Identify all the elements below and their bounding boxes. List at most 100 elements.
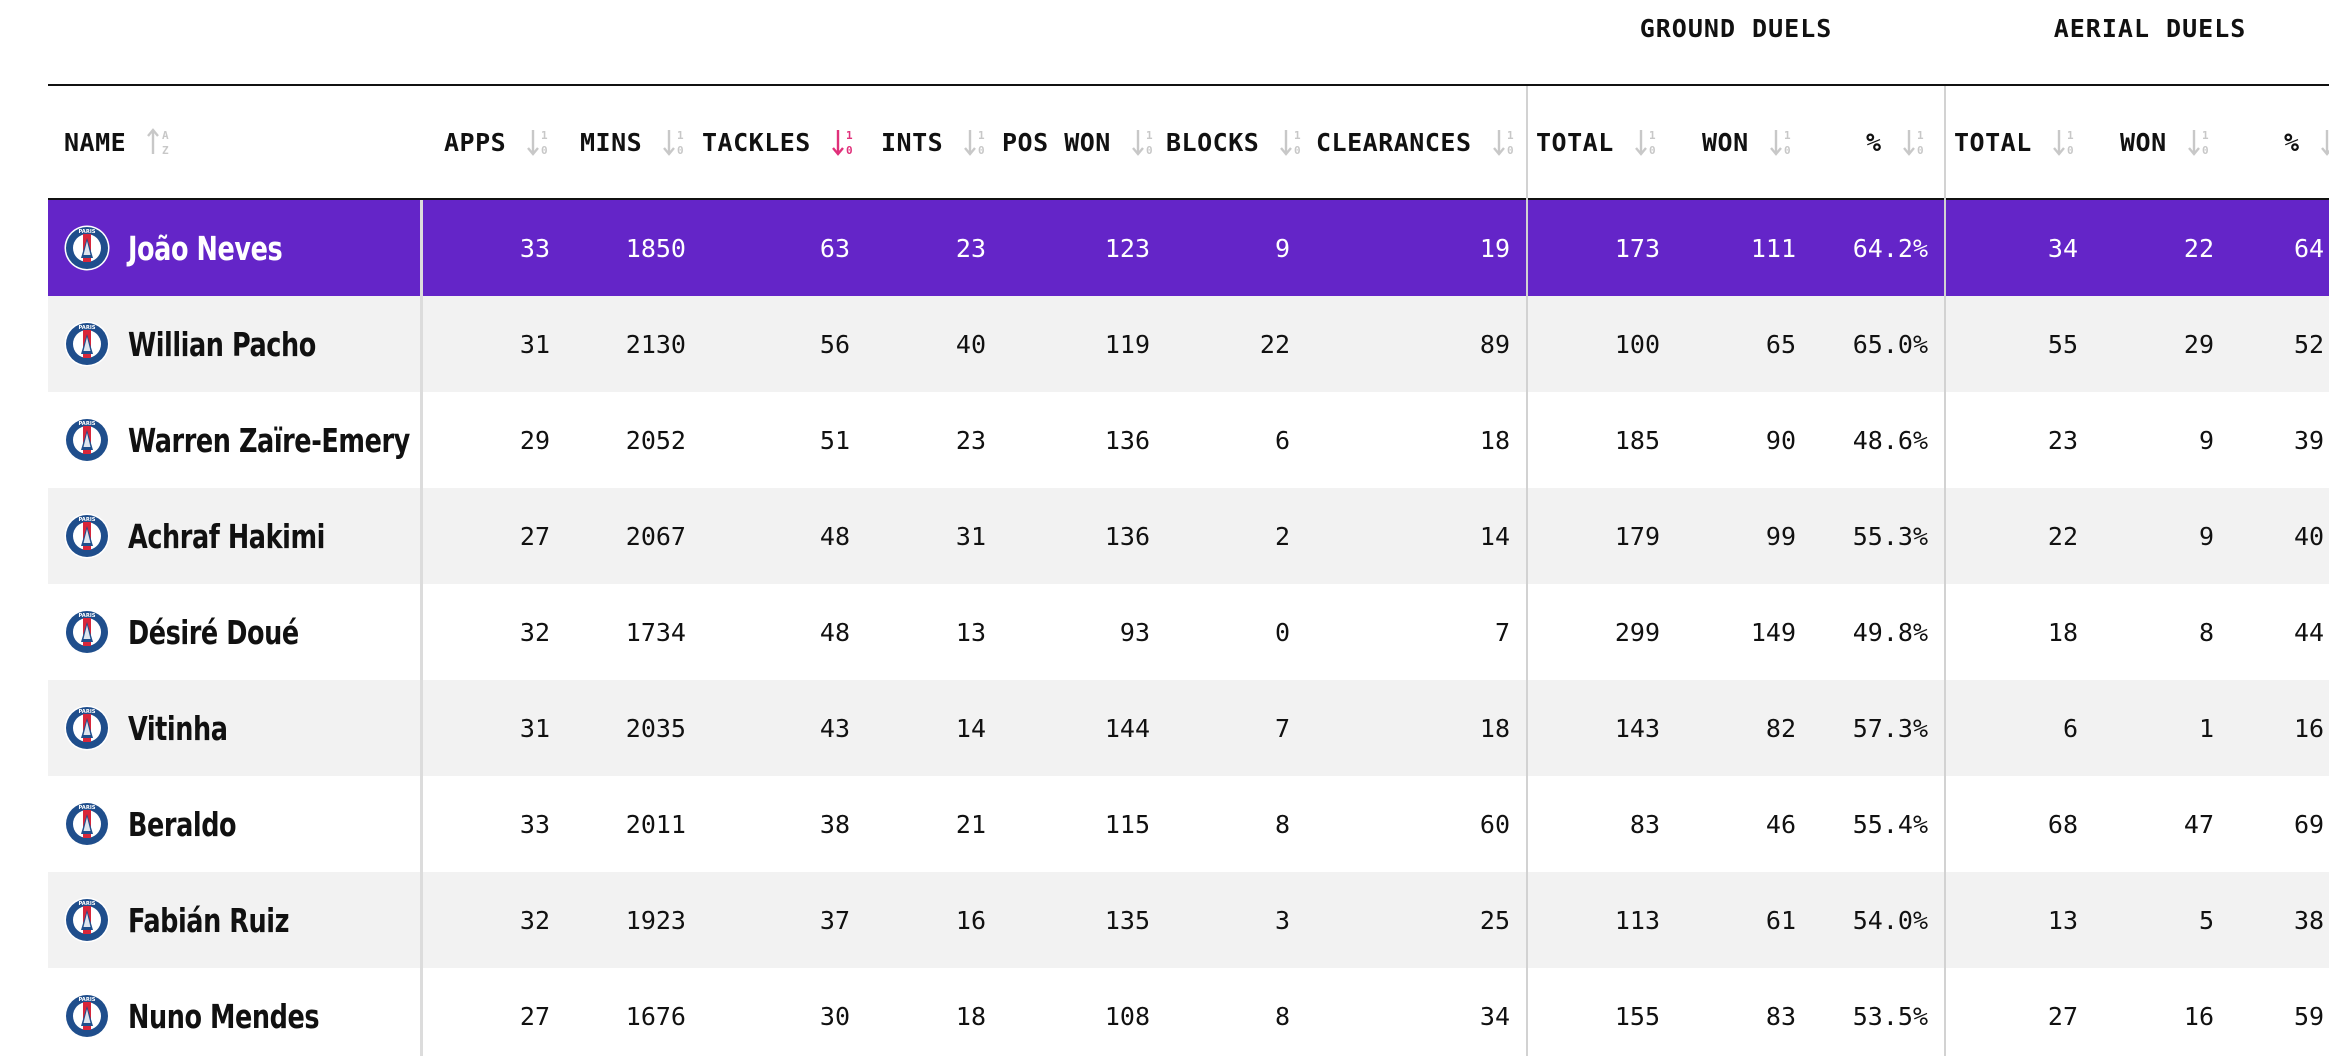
svg-text:1: 1	[2067, 129, 2074, 142]
cell-ad-won: 5	[2198, 905, 2214, 935]
column-header-ad-won[interactable]: WON 1 0	[2120, 86, 2213, 198]
aerial-duels-group-header: AERIAL DUELS	[2053, 14, 2247, 43]
svg-text:1: 1	[2202, 129, 2209, 142]
cell-ad-won: 1	[2198, 713, 2214, 743]
column-header-label: %	[1866, 127, 1882, 157]
cell-ad-won: 22	[2183, 233, 2214, 263]
cell-pos-won: 136	[1104, 425, 1150, 455]
player-name-cell[interactable]: PARIS Fabián Ruiz	[48, 872, 315, 968]
sort-numeric-descending-icon[interactable]: 10	[831, 127, 857, 157]
player-name-cell[interactable]: PARIS Vitinha	[48, 680, 244, 776]
table-row[interactable]: PARIS Achraf Hakimi 27 2067 48 31 136 2 14 179 99 5…	[48, 488, 2329, 584]
cell-apps: 33	[519, 233, 550, 263]
player-name: Warren Zaïre-Emery	[128, 420, 410, 460]
column-header-clearances[interactable]: CLEARANCES 1 0	[1316, 86, 1518, 198]
column-header-label: APPS	[444, 127, 507, 157]
column-header-gd-pct[interactable]: % 1 0	[1866, 86, 1928, 198]
svg-text:0: 0	[541, 144, 548, 157]
cell-gd-total: 100	[1614, 329, 1660, 359]
column-header-ad-pct[interactable]: % 10	[2284, 86, 2329, 198]
cell-tackles: 30	[819, 1001, 850, 1031]
cell-gd-won: 111	[1750, 233, 1796, 263]
cell-apps: 27	[519, 1001, 550, 1031]
player-name-cell[interactable]: PARIS Désiré Doué	[48, 584, 327, 680]
player-name-cell[interactable]: PARIS João Neves	[48, 200, 307, 296]
column-header-tackles[interactable]: TACKLES 1 0	[702, 86, 857, 198]
sort-numeric-descending-icon[interactable]: 10	[2320, 127, 2329, 157]
sort-numeric-descending-icon[interactable]: 10	[963, 127, 989, 157]
cell-pos-won: 135	[1104, 905, 1150, 935]
cell-tackles: 48	[819, 521, 850, 551]
sort-alpha-icon[interactable]: AZ	[146, 127, 172, 157]
player-name-cell[interactable]: PARIS Warren Zaïre-Emery	[48, 392, 456, 488]
cell-tackles: 56	[819, 329, 850, 359]
column-group-row: GROUND DUELS AERIAL DUELS	[48, 0, 2329, 84]
cell-ad-pct: 64.	[2294, 233, 2329, 263]
cell-clearances: 89	[1479, 329, 1510, 359]
table-row[interactable]: PARIS Willian Pacho 31 2130 56 40 119 22 89 100 65…	[48, 296, 2329, 392]
svg-text:1: 1	[1294, 129, 1301, 142]
player-name-cell[interactable]: PARIS Nuno Mendes	[48, 968, 350, 1056]
column-header-name[interactable]: NAME A Z	[64, 86, 172, 198]
cell-pos-won: 136	[1104, 521, 1150, 551]
player-name-cell[interactable]: PARIS Willian Pacho	[48, 296, 346, 392]
cell-blocks: 6	[1274, 425, 1290, 455]
sort-numeric-descending-icon[interactable]: 10	[1492, 127, 1518, 157]
cell-gd-pct: 55.4%	[1852, 809, 1928, 839]
table-row[interactable]: PARIS Nuno Mendes 27 1676 30 18 108 8 34 155 83 53.…	[48, 968, 2329, 1056]
cell-tackles: 38	[819, 809, 850, 839]
cell-blocks: 8	[1274, 809, 1290, 839]
column-header-mins[interactable]: MINS 1 0	[580, 86, 688, 198]
cell-ad-total: 68	[2047, 809, 2078, 839]
cell-tackles: 37	[819, 905, 850, 935]
player-name-cell[interactable]: PARIS Achraf Hakimi	[48, 488, 357, 584]
column-header-blocks[interactable]: BLOCKS 1 0	[1166, 86, 1305, 198]
sort-numeric-descending-icon[interactable]: 10	[2187, 127, 2213, 157]
table-row-selected[interactable]: PARIS João Neves 33 1850 63 23 123 9 19 173 111 64.…	[48, 200, 2329, 296]
column-header-label: TACKLES	[702, 127, 811, 157]
column-header-pos-won[interactable]: POS WON 1 0	[1002, 86, 1157, 198]
cell-pos-won: 123	[1104, 233, 1150, 263]
cell-gd-won: 90	[1765, 425, 1796, 455]
svg-text:0: 0	[1507, 144, 1514, 157]
column-header-label: WON	[1702, 127, 1749, 157]
cell-clearances: 18	[1479, 425, 1510, 455]
column-header-ints[interactable]: INTS 1 0	[881, 86, 989, 198]
table-header-row: NAME A Z APPS 1 0 MINS 1 0 TACKLES 1 0 INTS 1 0 POS WON…	[48, 84, 2329, 200]
cell-mins: 2035	[625, 713, 686, 743]
table-row[interactable]: PARIS Warren Zaïre-Emery 29 2052 51 23 136 6 18 1…	[48, 392, 2329, 488]
sort-numeric-descending-icon[interactable]: 10	[1769, 127, 1795, 157]
sort-numeric-descending-icon[interactable]: 10	[662, 127, 688, 157]
sort-numeric-descending-icon[interactable]: 10	[2052, 127, 2078, 157]
sort-numeric-descending-icon[interactable]: 10	[1279, 127, 1305, 157]
sort-numeric-descending-icon[interactable]: 10	[1634, 127, 1660, 157]
svg-text:0: 0	[1294, 144, 1301, 157]
cell-ad-pct: 69.	[2294, 809, 2329, 839]
table-row[interactable]: PARIS Désiré Doué 32 1734 48 13 93 0 7 299 149 49.8…	[48, 584, 2329, 680]
cell-pos-won: 119	[1104, 329, 1150, 359]
cell-gd-total: 83	[1629, 809, 1660, 839]
svg-text:PARIS: PARIS	[78, 997, 95, 1003]
table-row[interactable]: PARIS Beraldo 33 2011 38 21 115 8 60 83 46 55.4% 68 4…	[48, 776, 2329, 872]
psg-crest-icon: PARIS	[64, 993, 110, 1039]
cell-ad-pct: 16.	[2294, 713, 2329, 743]
column-header-label: %	[2284, 127, 2300, 157]
sort-numeric-descending-icon[interactable]: 10	[526, 127, 552, 157]
table-row[interactable]: PARIS Fabián Ruiz 32 1923 37 16 135 3 25 113 61 54.…	[48, 872, 2329, 968]
sort-numeric-descending-icon[interactable]: 10	[1902, 127, 1928, 157]
cell-apps: 31	[519, 713, 550, 743]
table-row[interactable]: PARIS Vitinha 31 2035 43 14 144 7 18 143 82 57.3% 6 1…	[48, 680, 2329, 776]
column-header-label: MINS	[580, 127, 643, 157]
cell-ad-won: 29	[2183, 329, 2214, 359]
column-header-ad-total[interactable]: TOTAL 1 0	[1954, 86, 2078, 198]
psg-crest-icon: PARIS	[64, 417, 110, 463]
sort-numeric-descending-icon[interactable]: 10	[1131, 127, 1157, 157]
column-header-apps[interactable]: APPS 1 0	[444, 86, 552, 198]
player-name-cell[interactable]: PARIS Beraldo	[48, 776, 254, 872]
cell-gd-pct: 64.2%	[1852, 233, 1928, 263]
column-header-gd-won[interactable]: WON 1 0	[1702, 86, 1795, 198]
cell-blocks: 9	[1274, 233, 1290, 263]
cell-gd-pct: 55.3%	[1852, 521, 1928, 551]
column-header-gd-total[interactable]: TOTAL 1 0	[1536, 86, 1660, 198]
cell-clearances: 18	[1479, 713, 1510, 743]
